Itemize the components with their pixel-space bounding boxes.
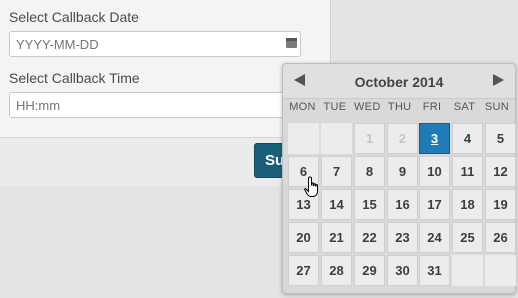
day-22[interactable]: 22 xyxy=(354,222,385,253)
weekday-thu: THU xyxy=(387,101,412,113)
day-23[interactable]: 23 xyxy=(387,222,418,253)
day-12[interactable]: 12 xyxy=(485,156,516,187)
next-month-icon[interactable] xyxy=(493,74,504,86)
day-15[interactable]: 15 xyxy=(354,189,385,220)
weekday-fri: FRI xyxy=(422,101,442,113)
weekday-mon: MON xyxy=(289,101,316,113)
day-21[interactable]: 21 xyxy=(321,222,352,253)
day-25[interactable]: 25 xyxy=(452,222,483,253)
day-20[interactable]: 20 xyxy=(288,222,319,253)
callback-time-label: Select Callback Time xyxy=(9,70,140,86)
hand-cursor-icon xyxy=(304,176,318,197)
callback-time-input[interactable] xyxy=(9,92,301,118)
weekday-tue: TUE xyxy=(323,101,347,113)
day-30[interactable]: 30 xyxy=(387,255,418,286)
day-26[interactable]: 26 xyxy=(485,222,516,253)
day-24[interactable]: 24 xyxy=(419,222,450,253)
day-31[interactable]: 31 xyxy=(419,255,450,286)
day-1: 1 xyxy=(354,123,385,154)
day-7[interactable]: 7 xyxy=(321,156,352,187)
day-19[interactable]: 19 xyxy=(485,189,516,220)
day-8[interactable]: 8 xyxy=(354,156,385,187)
day-27[interactable]: 27 xyxy=(288,255,319,286)
day-5[interactable]: 5 xyxy=(485,123,516,154)
day-14[interactable]: 14 xyxy=(321,189,352,220)
day-17[interactable]: 17 xyxy=(419,189,450,220)
day-11[interactable]: 11 xyxy=(452,156,483,187)
callback-date-input[interactable] xyxy=(9,31,301,57)
day-cell-empty xyxy=(321,123,352,154)
weekday-sun: SUN xyxy=(484,101,509,113)
day-2: 2 xyxy=(387,123,418,154)
day-9[interactable]: 9 xyxy=(387,156,418,187)
callback-date-label: Select Callback Date xyxy=(9,9,139,25)
day-29[interactable]: 29 xyxy=(354,255,385,286)
day-28[interactable]: 28 xyxy=(321,255,352,286)
day-18[interactable]: 18 xyxy=(452,189,483,220)
datepicker-weekday-row: MON TUE WED THU FRI SAT SUN xyxy=(286,101,512,117)
day-3[interactable]: 3 xyxy=(419,123,450,154)
day-cell-empty xyxy=(485,255,516,286)
day-10[interactable]: 10 xyxy=(419,156,450,187)
day-cell-empty xyxy=(288,123,319,154)
day-cell-empty xyxy=(452,255,483,286)
datepicker-header: October 2014 xyxy=(283,64,515,99)
calendar-icon[interactable] xyxy=(286,38,297,48)
datepicker-month-title: October 2014 xyxy=(354,74,444,90)
day-16[interactable]: 16 xyxy=(387,189,418,220)
day-4[interactable]: 4 xyxy=(452,123,483,154)
weekday-sat: SAT xyxy=(453,101,476,113)
weekday-wed: WED xyxy=(354,101,381,113)
